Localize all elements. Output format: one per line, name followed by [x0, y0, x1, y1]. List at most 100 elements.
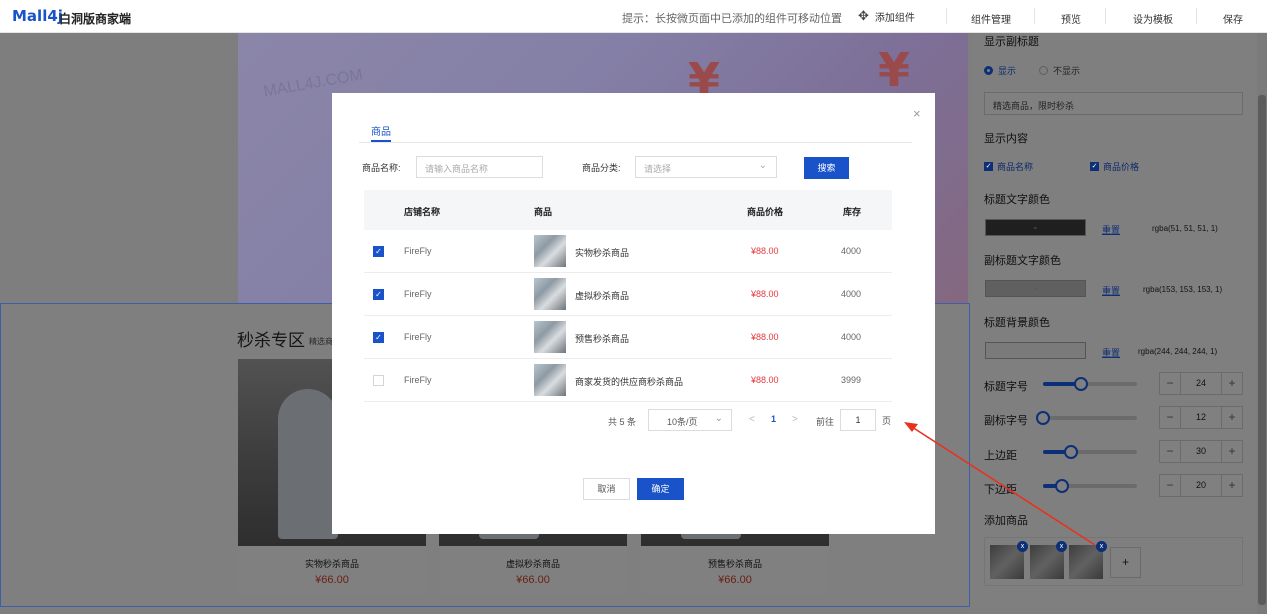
product-name: 虚拟秒杀商品	[575, 291, 630, 301]
title-color-reset-button[interactable]: 重置	[1102, 223, 1120, 236]
stock: 4000	[841, 332, 862, 342]
title-bg-color-value: rgba(244, 244, 244, 1)	[1138, 347, 1218, 356]
shop-name: FireFly	[404, 332, 432, 342]
top-margin-slider[interactable]	[1043, 445, 1137, 459]
logo: Mall4j	[12, 7, 63, 25]
product-card: 虚拟秒杀商品 ¥66.00	[439, 546, 627, 594]
product-name: 商家发货的供应商秒杀商品	[575, 377, 684, 387]
decrement-button[interactable]: −	[1160, 373, 1180, 394]
category-select[interactable]: 请选择 ⌄	[635, 156, 777, 178]
goods-name-input[interactable]: 请输入商品名称	[416, 156, 543, 178]
product-price: ¥88.00	[751, 246, 779, 256]
search-button[interactable]: 搜索	[804, 157, 849, 179]
current-page[interactable]: 1	[771, 414, 776, 424]
hint-text: 提示：长按微页面中已添加的组件可移动位置	[622, 13, 842, 25]
shop-name: FireFly	[404, 289, 432, 299]
increment-button[interactable]: +	[1222, 475, 1242, 496]
preview-button[interactable]: 预览	[1061, 11, 1081, 26]
increment-button[interactable]: +	[1222, 407, 1242, 428]
subtitle-color-picker[interactable]: ⌄	[985, 280, 1086, 297]
title-color-label: 标题文字颜色	[984, 194, 1050, 206]
subtitle-font-size-label: 副标字号	[984, 415, 1028, 427]
product-price: ¥66.00	[315, 574, 349, 586]
row-checkbox[interactable]: ✓	[373, 246, 384, 257]
next-page-button[interactable]: >	[792, 414, 798, 425]
stepper-value[interactable]: 24	[1180, 373, 1222, 394]
slider-handle[interactable]	[1074, 377, 1088, 391]
bottom-margin-slider[interactable]	[1043, 479, 1137, 493]
divider	[946, 8, 947, 24]
radio-show-label: 显示	[998, 66, 1017, 76]
chevron-down-icon: ⌄	[714, 413, 723, 424]
remove-goods-icon[interactable]: x	[1096, 541, 1107, 552]
decrement-button[interactable]: −	[1160, 441, 1180, 462]
product-price: ¥66.00	[718, 574, 752, 586]
increment-button[interactable]: +	[1222, 441, 1242, 462]
checkbox-label: 商品价格	[1103, 162, 1140, 172]
stepper-value[interactable]: 20	[1180, 475, 1222, 496]
subtitle-font-size-stepper[interactable]: −12 +	[1159, 406, 1243, 429]
checkbox-product-price[interactable]: ✓ 商品价格	[1090, 160, 1139, 173]
product-thumbnail	[534, 321, 566, 353]
category-placeholder: 请选择	[644, 164, 672, 174]
title-bg-color-picker[interactable]	[985, 342, 1086, 359]
save-button[interactable]: 保存	[1223, 11, 1243, 26]
display-content-label: 显示内容	[984, 133, 1028, 145]
stepper-value[interactable]: 30	[1180, 441, 1222, 462]
set-template-button[interactable]: 设为模板	[1133, 11, 1173, 26]
row-checkbox[interactable]	[373, 375, 384, 386]
title-font-size-stepper[interactable]: −24 +	[1159, 372, 1243, 395]
component-manage-button[interactable]: 组件管理	[971, 11, 1011, 26]
title-bg-color-label: 标题背景颜色	[984, 317, 1050, 329]
slider-handle[interactable]	[1064, 445, 1078, 459]
title-font-size-slider[interactable]	[1043, 377, 1137, 391]
product-name: 实物秒杀商品	[304, 559, 359, 569]
tab-goods[interactable]: 商品	[371, 123, 391, 138]
confirm-button[interactable]: 确定	[637, 478, 684, 500]
add-goods-button[interactable]: +	[1110, 547, 1141, 578]
prev-page-button[interactable]: <	[749, 414, 755, 425]
subtitle-font-size-slider[interactable]	[1036, 411, 1137, 425]
subtitle-color-value: rgba(153, 153, 153, 1)	[1143, 285, 1223, 294]
stepper-value[interactable]: 12	[1180, 407, 1222, 428]
remove-goods-icon[interactable]: x	[1017, 541, 1028, 552]
cancel-button[interactable]: 取消	[583, 478, 630, 500]
pager-total: 共 5 条	[608, 417, 637, 427]
column-header: 店铺名称	[404, 207, 441, 217]
slider-handle[interactable]	[1036, 411, 1050, 425]
decrement-button[interactable]: −	[1160, 475, 1180, 496]
close-icon[interactable]: ×	[913, 106, 921, 121]
row-checkbox[interactable]: ✓	[373, 332, 384, 343]
goto-page-input[interactable]: 1	[840, 409, 876, 431]
seckill-title: 秒杀专区	[237, 331, 305, 350]
product-price: ¥88.00	[751, 289, 779, 299]
product-thumbnail	[534, 235, 566, 267]
checkbox-checked-icon: ✓	[1090, 162, 1099, 171]
add-component-label: 添加组件	[874, 12, 915, 24]
title-color-picker[interactable]: ⌄	[985, 219, 1086, 236]
shop-name: FireFly	[404, 246, 432, 256]
product-card: 实物秒杀商品 ¥66.00	[238, 546, 426, 594]
subtitle-input[interactable]: 精选商品，限时秒杀	[984, 92, 1243, 115]
radio-hide-label: 不显示	[1053, 66, 1081, 76]
product-thumbnail	[534, 364, 566, 396]
top-margin-stepper[interactable]: −30 +	[1159, 440, 1243, 463]
radio-show[interactable]: 显示	[984, 64, 1016, 77]
bottom-margin-stepper[interactable]: −20 +	[1159, 474, 1243, 497]
subtitle-color-reset-button[interactable]: 重置	[1102, 284, 1120, 297]
decrement-button[interactable]: −	[1160, 407, 1180, 428]
add-component-button[interactable]: ✥ 添加组件	[858, 8, 915, 24]
panel-scrollbar-thumb[interactable]	[1258, 95, 1266, 605]
slider-handle[interactable]	[1055, 479, 1069, 493]
bottom-margin-label: 下边距	[984, 484, 1017, 496]
title-bg-color-reset-button[interactable]: 重置	[1102, 346, 1120, 359]
move-cross-icon: ✥	[858, 8, 869, 23]
page-size-value: 10条/页	[667, 417, 698, 427]
checkbox-product-name[interactable]: ✓ 商品名称	[984, 160, 1033, 173]
radio-hide[interactable]: 不显示	[1039, 64, 1080, 77]
increment-button[interactable]: +	[1222, 373, 1242, 394]
page-unit-label: 页	[882, 416, 892, 426]
remove-goods-icon[interactable]: x	[1056, 541, 1067, 552]
page-size-select[interactable]: 10条/页 ⌄	[648, 409, 732, 431]
row-checkbox[interactable]: ✓	[373, 289, 384, 300]
